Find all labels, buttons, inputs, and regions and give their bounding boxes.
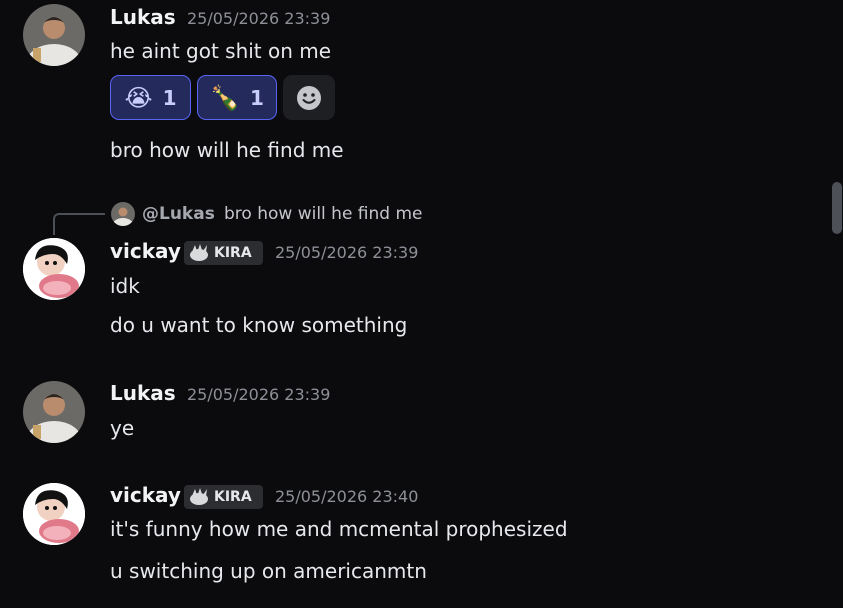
avatar-lukas[interactable] [23,4,85,66]
message-timestamp: 25/05/2026 23:40 [275,487,419,506]
add-reaction-button[interactable] [283,75,335,120]
avatar-lukas[interactable] [23,381,85,443]
reply-avatar-lukas[interactable] [111,202,135,226]
avatar-vickay-image [23,483,85,545]
reply-mention[interactable]: @Lukas [142,204,215,224]
reply-avatar-image [111,202,135,226]
avatar-vickay[interactable] [23,238,85,300]
add-reaction-smiley-icon [297,85,321,110]
message-timestamp: 25/05/2026 23:39 [275,243,419,262]
message-text: it's funny how me and mcmental prophesiz… [110,517,568,541]
kira-tag-icon [190,488,208,505]
message-text: idk [110,274,140,298]
guild-tag-label: KIRA [214,489,252,505]
reply-preview-text[interactable]: bro how will he find me [224,204,423,224]
reply-connector [53,213,105,235]
author-name[interactable]: Lukas [110,381,176,405]
message-text: ye [110,416,135,440]
scrollbar-thumb[interactable] [832,182,842,234]
reaction-count: 1 [249,85,264,110]
avatar-lukas-image [23,381,85,443]
avatar-vickay[interactable] [23,483,85,545]
guild-tag[interactable]: KIRA [184,241,263,265]
message-text: he aint got shit on me [110,39,332,63]
avatar-vickay-image [23,238,85,300]
bottle-emoji-icon: 🍾 [210,83,240,112]
message-text: do u want to know something [110,313,408,337]
message-timestamp: 25/05/2026 23:39 [187,9,331,28]
message-text: u switching up on americanmtn [110,559,427,583]
guild-tag[interactable]: KIRA [184,485,263,509]
reaction-loudly-crying[interactable]: 😭 1 [110,75,191,120]
guild-tag-label: KIRA [214,245,252,261]
author-name[interactable]: vickay [110,239,181,263]
reaction-count: 1 [162,85,177,110]
avatar-lukas-image [23,4,85,66]
author-name[interactable]: vickay [110,483,181,507]
loudly-crying-emoji-icon: 😭 [124,83,153,112]
author-name[interactable]: Lukas [110,5,176,29]
reaction-bottle[interactable]: 🍾 1 [197,75,277,120]
kira-tag-icon [190,244,208,261]
message-timestamp: 25/05/2026 23:39 [187,385,331,404]
message-text: bro how will he find me [110,138,344,162]
